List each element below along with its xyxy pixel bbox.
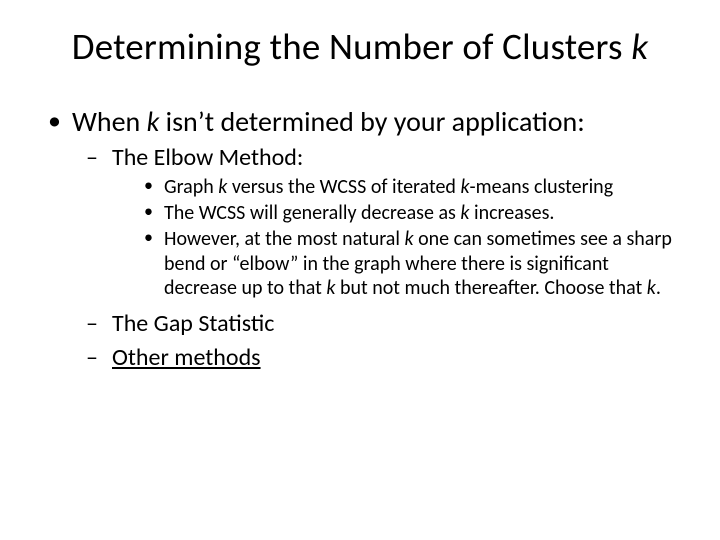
bullet-l3-item: Graph k versus the WCSS of iterated k-me… [144, 175, 676, 199]
t: but not much thereafter. Choose that [335, 276, 646, 300]
bullet-l2-gap: The Gap Statistic [86, 309, 676, 339]
other-methods-link[interactable]: Other methods [112, 343, 261, 372]
k: k [647, 276, 656, 300]
l1-text-a: When [72, 104, 147, 139]
bullet-l1-item: When k isn’t determined by your applicat… [44, 105, 676, 373]
bullet-l3-item: The WCSS will generally decrease as k in… [144, 201, 676, 225]
title-text: Determining the Number of Clusters [72, 24, 631, 69]
title-k: k [631, 24, 648, 69]
t: However, at the most natural [164, 227, 404, 251]
t: Graph [164, 175, 218, 199]
bullet-list-level1: When k isn’t determined by your applicat… [44, 105, 676, 373]
l1-text-b: isn’t determined by your application: [159, 104, 584, 139]
bullet-list-level3: Graph k versus the WCSS of iterated k-me… [112, 175, 676, 301]
bullet-l2-elbow: The Elbow Method: Graph k versus the WCS… [86, 143, 676, 301]
slide: Determining the Number of Clusters k Whe… [0, 0, 720, 540]
elbow-label: The Elbow Method: [112, 143, 303, 172]
t: . [656, 276, 661, 300]
bullet-l3-item: However, at the most natural k one can s… [144, 227, 676, 300]
t: -means clustering [470, 175, 614, 199]
bullet-l2-other: Other methods [86, 343, 676, 373]
k: k [404, 227, 413, 251]
l1-k: k [147, 104, 160, 139]
t: versus the WCSS of iterated [227, 175, 460, 199]
k: k [460, 175, 469, 199]
gap-label: The Gap Statistic [112, 309, 274, 338]
t: increases. [469, 201, 554, 225]
t: The WCSS will generally decrease as [164, 201, 460, 225]
bullet-list-level2: The Elbow Method: Graph k versus the WCS… [72, 143, 676, 373]
slide-title: Determining the Number of Clusters k [44, 24, 676, 69]
